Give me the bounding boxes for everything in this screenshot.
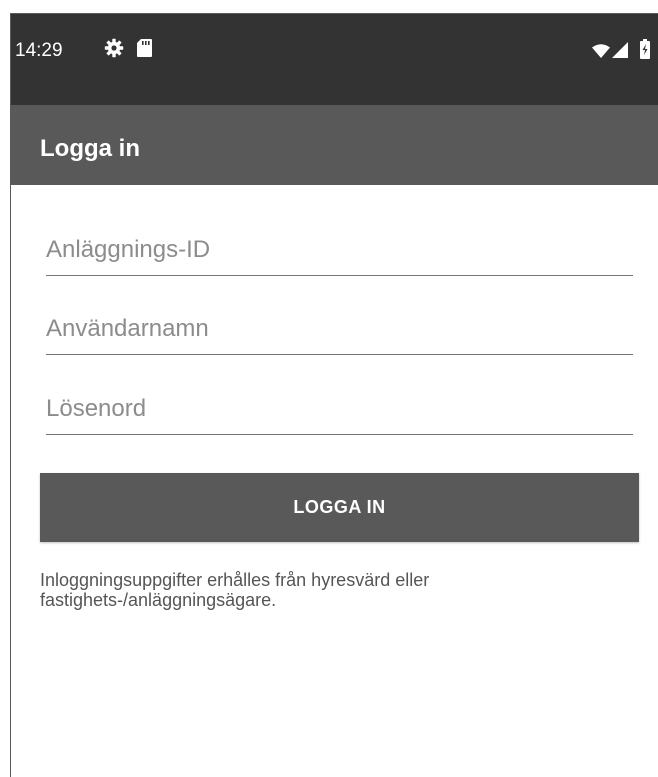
facility-id-input[interactable] [46,232,633,276]
signal-icon [612,42,628,58]
page-title: Logga in [40,135,140,162]
username-input[interactable] [46,311,633,355]
sd-card-icon [137,39,152,57]
battery-icon [640,39,650,59]
login-info-text: Inloggningsuppgifter erhålles från hyres… [40,570,430,610]
app-window: 14:29 Logga in Anläggnings-ID Användarna… [10,13,658,777]
wifi-icon [592,44,610,58]
login-button[interactable]: LOGGA IN [40,473,639,542]
status-time: 14:29 [15,40,63,61]
status-bar: 14:29 [11,14,658,105]
password-input[interactable] [46,391,633,435]
gear-icon [104,38,124,58]
